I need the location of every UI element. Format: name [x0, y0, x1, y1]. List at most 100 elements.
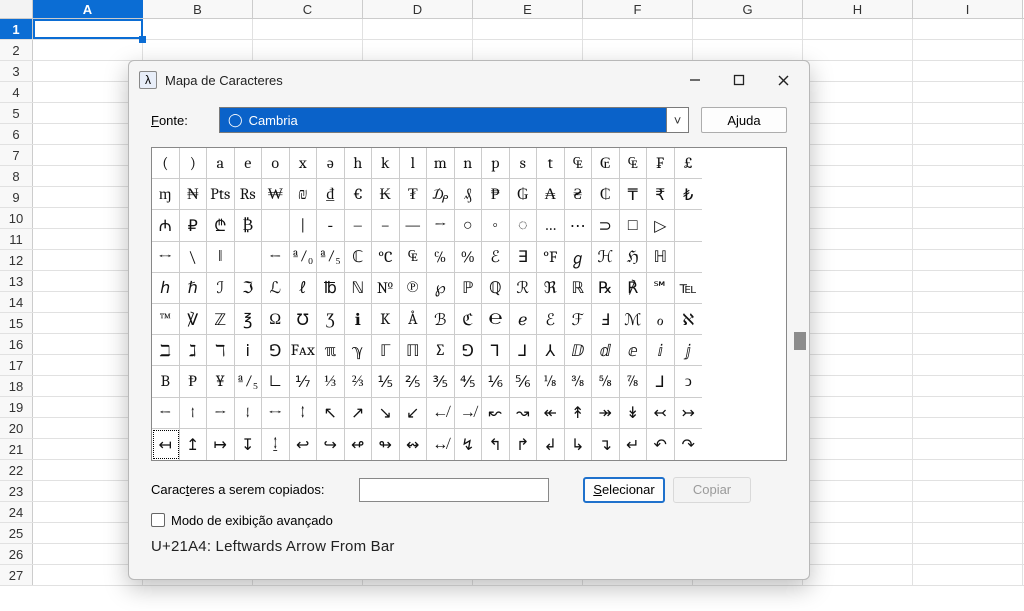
char-cell[interactable]: Ⅎ	[592, 304, 620, 335]
char-cell[interactable]: ⅙	[482, 366, 510, 397]
cell[interactable]	[913, 523, 1023, 543]
cell[interactable]	[803, 250, 913, 270]
cell[interactable]	[143, 19, 253, 39]
cell[interactable]	[913, 313, 1023, 333]
row-header[interactable]: 24	[0, 502, 33, 522]
cell[interactable]	[33, 166, 143, 186]
cell[interactable]	[803, 103, 913, 123]
cell[interactable]	[473, 19, 583, 39]
char-cell[interactable]: ⅇ	[620, 335, 648, 366]
char-cell[interactable]	[675, 210, 703, 241]
char-cell[interactable]: ↯	[455, 429, 483, 460]
cell[interactable]	[913, 187, 1023, 207]
char-cell[interactable]	[675, 242, 703, 273]
char-cell[interactable]: Ʒ	[317, 304, 345, 335]
char-cell[interactable]: ↓	[235, 398, 263, 429]
char-cell[interactable]: ℙ	[455, 273, 483, 304]
char-cell[interactable]: ₲	[510, 179, 538, 210]
char-cell[interactable]	[235, 242, 263, 273]
char-cell[interactable]: ₩	[262, 179, 290, 210]
char-cell[interactable]: ⅔	[345, 366, 373, 397]
char-cell[interactable]: ℎ	[152, 273, 180, 304]
char-cell[interactable]: ∟	[262, 366, 290, 397]
cell[interactable]	[33, 418, 143, 438]
char-cell[interactable]: №	[372, 273, 400, 304]
row-header[interactable]: 3	[0, 61, 33, 81]
char-cell[interactable]: ↦	[207, 429, 235, 460]
char-cell[interactable]: ɱ	[152, 179, 180, 210]
char-cell[interactable]: ℬ	[427, 304, 455, 335]
row-header[interactable]: 18	[0, 376, 33, 396]
char-cell[interactable]: Rs	[235, 179, 263, 210]
char-cell[interactable]: ℧	[290, 304, 318, 335]
char-cell[interactable]: ⅐	[290, 366, 318, 397]
row-header[interactable]: 23	[0, 481, 33, 501]
character-grid[interactable]: ()aeoxəhklmnpst₠₢₠₣£ɱ₦PtsRs₩₪₫€₭₮₯₰₱₲₳₴₵…	[151, 147, 787, 461]
char-cell[interactable]: ↞	[537, 398, 565, 429]
cell[interactable]	[803, 124, 913, 144]
cell[interactable]	[33, 292, 143, 312]
cell[interactable]	[33, 145, 143, 165]
char-cell[interactable]: ℤ	[207, 304, 235, 335]
cell[interactable]	[583, 40, 693, 60]
char-cell[interactable]: Pts	[207, 179, 235, 210]
cell[interactable]	[803, 502, 913, 522]
char-cell[interactable]: ↳	[565, 429, 593, 460]
cell[interactable]	[803, 187, 913, 207]
cell[interactable]	[803, 145, 913, 165]
char-cell[interactable]: ↷	[675, 429, 703, 460]
char-cell[interactable]: B	[152, 366, 180, 397]
char-cell[interactable]: ℸ	[207, 335, 235, 366]
char-cell[interactable]: ℶ	[152, 335, 180, 366]
column-header-I[interactable]: I	[913, 0, 1023, 18]
char-cell[interactable]: ←	[262, 242, 290, 273]
char-cell[interactable]: ℴ	[647, 304, 675, 335]
char-cell[interactable]: °F	[537, 242, 565, 273]
char-cell[interactable]: ⅂	[482, 335, 510, 366]
row-header[interactable]: 6	[0, 124, 33, 144]
char-cell[interactable]: ℒ	[262, 273, 290, 304]
char-cell[interactable]: ₫	[317, 179, 345, 210]
char-cell[interactable]: ₠	[620, 148, 648, 179]
cell[interactable]	[33, 439, 143, 459]
row-header[interactable]: 11	[0, 229, 33, 249]
cell[interactable]	[913, 439, 1023, 459]
char-cell[interactable]: a	[207, 148, 235, 179]
row-header[interactable]: 8	[0, 166, 33, 186]
char-cell[interactable]: ℘	[427, 273, 455, 304]
char-cell[interactable]: …	[537, 210, 565, 241]
char-cell[interactable]: ℯ	[510, 304, 538, 335]
char-cell[interactable]: ⅰ	[235, 335, 263, 366]
cell[interactable]	[913, 166, 1023, 186]
char-cell[interactable]: ⅁	[262, 335, 290, 366]
char-cell[interactable]: ₦	[180, 179, 208, 210]
cell[interactable]	[913, 334, 1023, 354]
row-header[interactable]: 13	[0, 271, 33, 291]
cell[interactable]	[803, 271, 913, 291]
char-cell[interactable]: ↔	[262, 398, 290, 429]
row-header[interactable]: 25	[0, 523, 33, 543]
char-cell[interactable]	[262, 210, 290, 241]
char-cell[interactable]: Fᴀx	[290, 335, 318, 366]
cell[interactable]	[803, 565, 913, 585]
select-all-corner[interactable]	[0, 0, 33, 18]
char-cell[interactable]: ⅕	[372, 366, 400, 397]
column-header-H[interactable]: H	[803, 0, 913, 18]
scrollbar[interactable]	[791, 147, 809, 461]
cell[interactable]	[803, 334, 913, 354]
char-cell[interactable]: ∑	[427, 335, 455, 366]
cell[interactable]	[913, 397, 1023, 417]
char-cell[interactable]: ℌ	[620, 242, 648, 273]
char-cell[interactable]: ←	[152, 398, 180, 429]
char-cell[interactable]: ⅝	[592, 366, 620, 397]
char-cell[interactable]: ℭ	[455, 304, 483, 335]
char-cell[interactable]: \	[180, 242, 208, 273]
row-header[interactable]: 10	[0, 208, 33, 228]
char-cell[interactable]: –	[372, 210, 400, 241]
cell[interactable]	[803, 313, 913, 333]
cell[interactable]	[913, 355, 1023, 375]
char-cell[interactable]: Ω	[262, 304, 290, 335]
char-cell[interactable]: ↠	[592, 398, 620, 429]
char-cell[interactable]: ℍ	[647, 242, 675, 273]
char-cell[interactable]: ↵	[620, 429, 648, 460]
